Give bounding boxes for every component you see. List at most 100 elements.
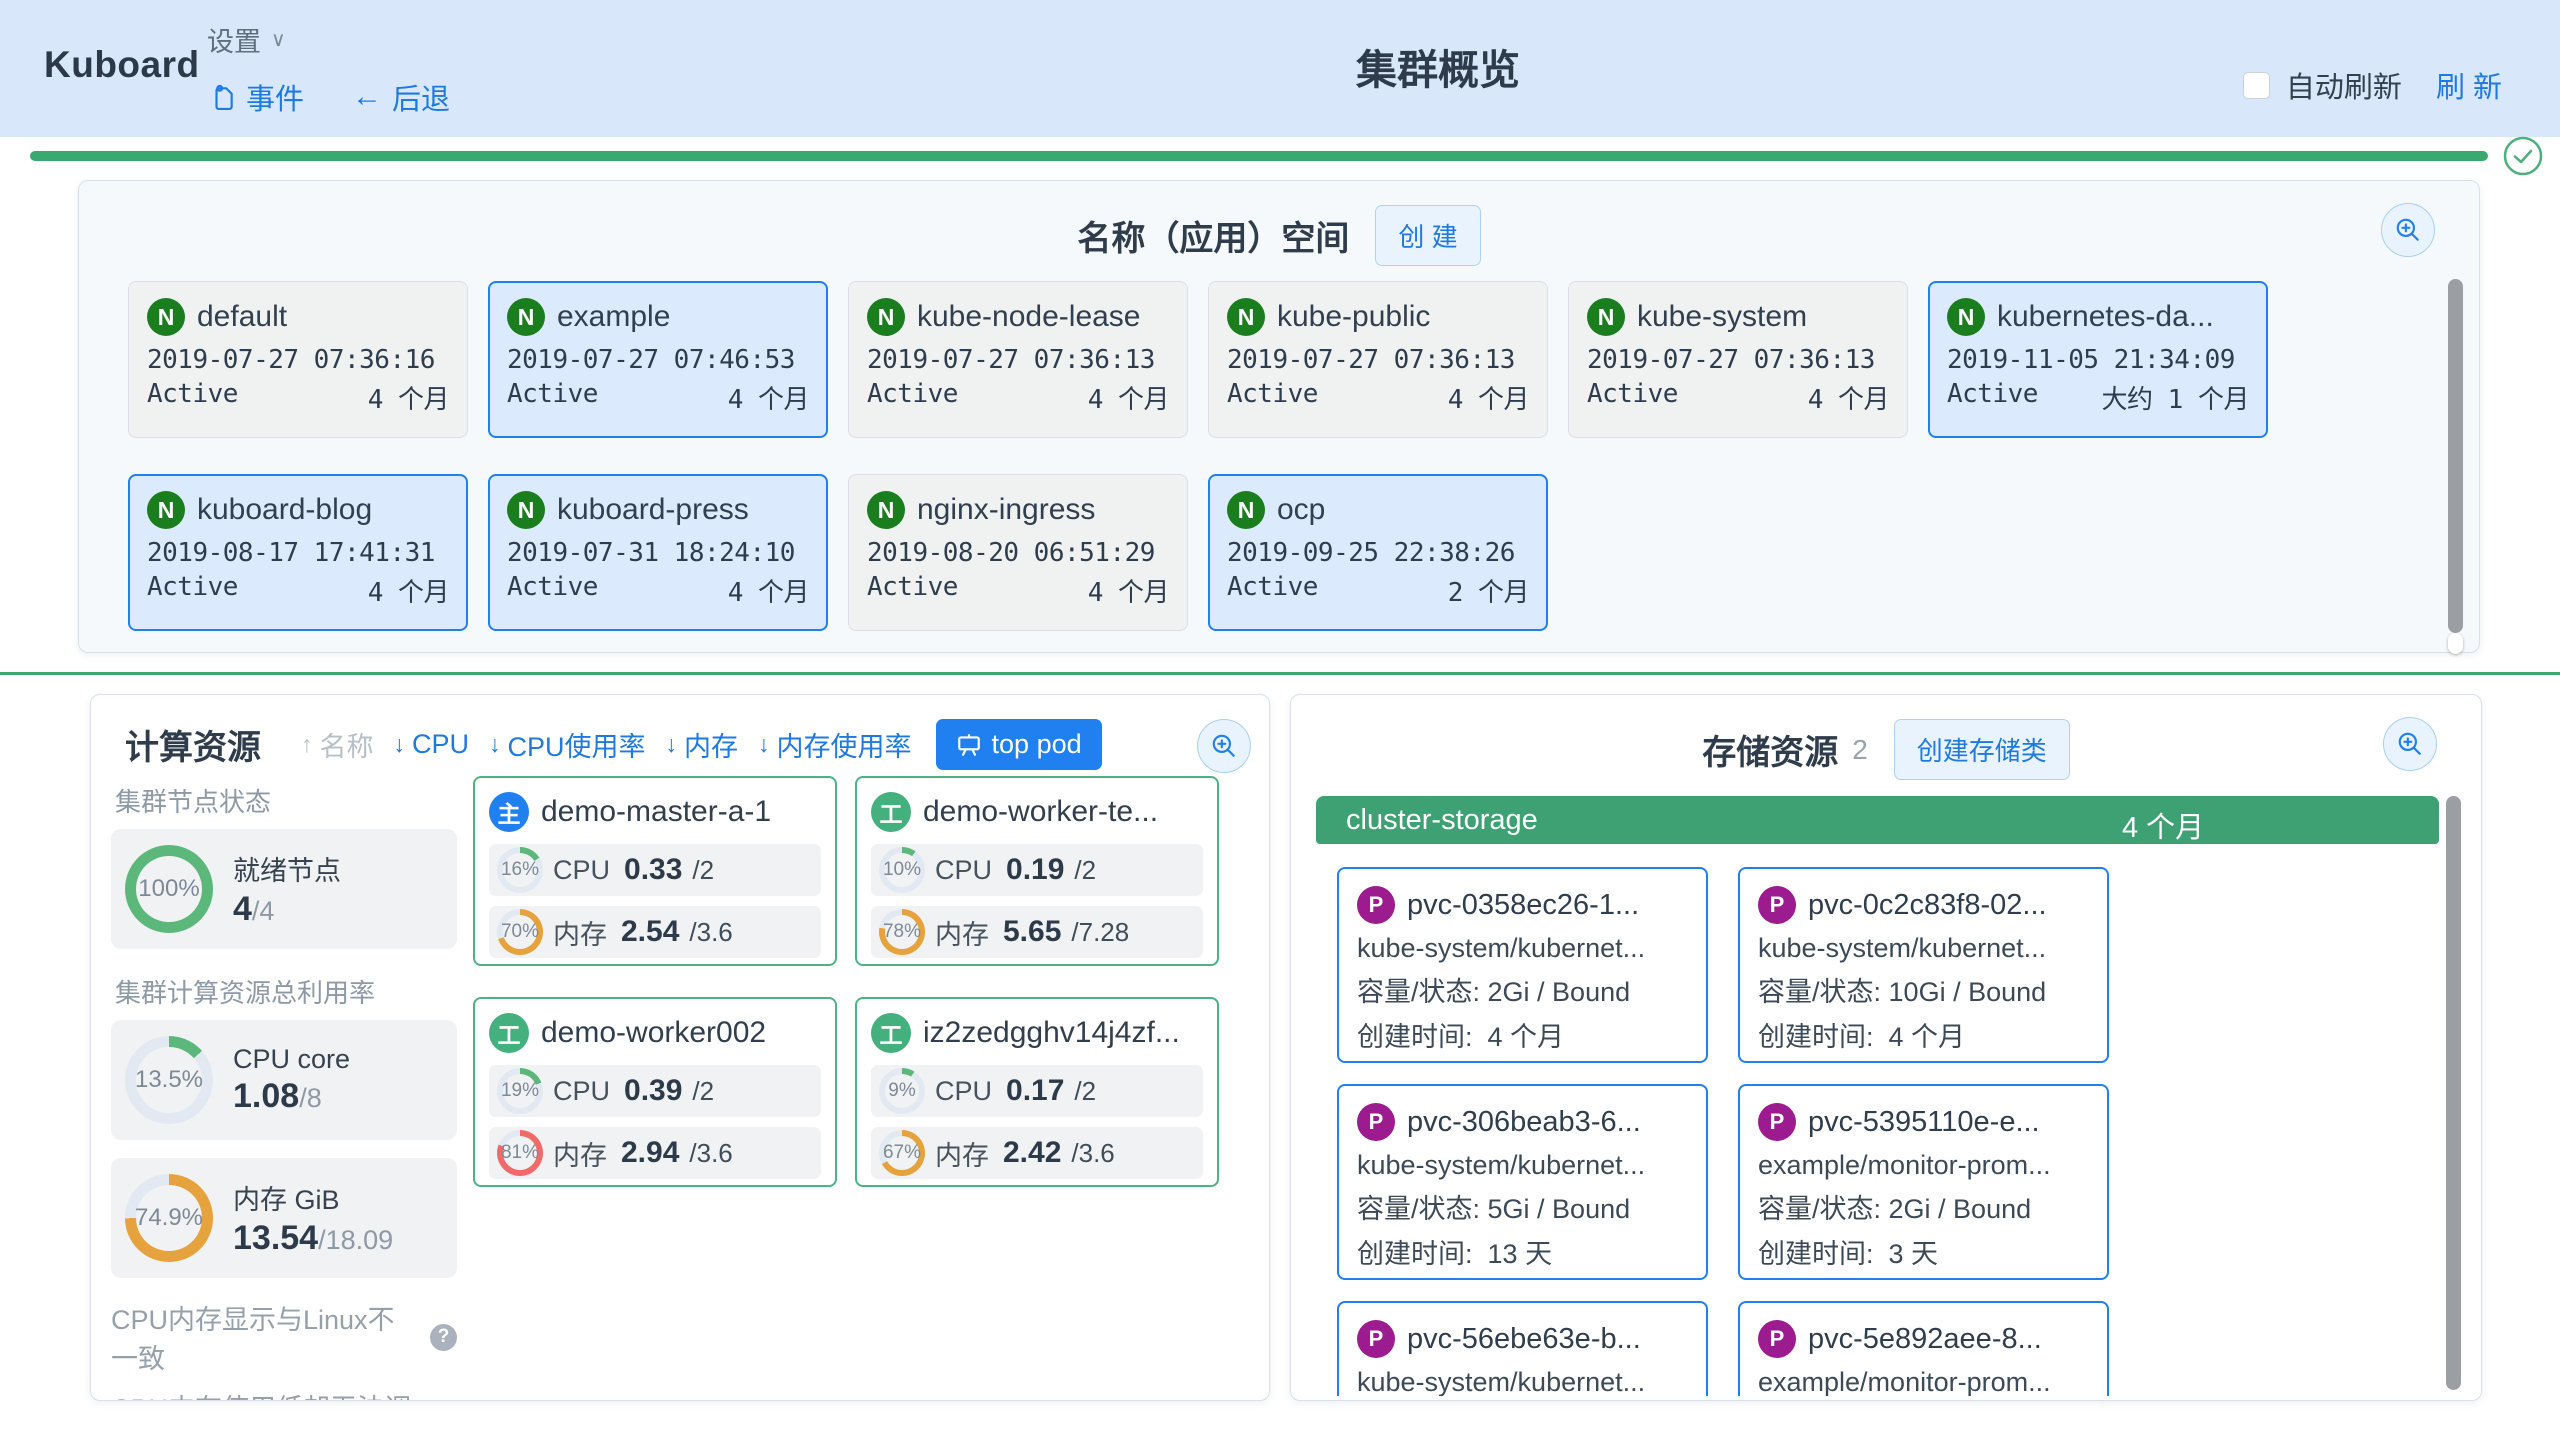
help-icon: ? [430,1324,457,1351]
settings-menu[interactable]: 设置 ∨ [207,20,286,59]
namespace-name: default [197,300,287,334]
namespace-icon: N [507,298,545,336]
namespace-card-kube-public[interactable]: Nkube-public 2019-07-27 07:36:13 Active4… [1208,281,1548,438]
namespace-card-kube-node-lease[interactable]: Nkube-node-lease 2019-07-27 07:36:13 Act… [848,281,1188,438]
pvc-name: pvc-56ebe63e-b... [1407,1323,1641,1356]
sort-by-memory[interactable]: ↓ 内存 [666,725,739,764]
namespaces-zoom-button[interactable] [2381,203,2435,257]
app-header: Kuboard 设置 ∨ 事件 ← 后退 集群概览 自动刷新 刷 新 [0,0,2560,137]
memory-utilization-donut: 74.9% [125,1174,213,1262]
pvc-card[interactable]: Ppvc-5e892aee-8... example/monitor-prom.… [1738,1301,2109,1396]
pvc-card[interactable]: Ppvc-5395110e-e... example/monitor-prom.… [1738,1084,2109,1280]
namespaces-scrollbar-thumb[interactable] [2448,279,2463,633]
node-name: iz2zedgghv14j4zf... [923,1016,1180,1050]
pvc-capacity-status: 容量/状态: 10Gi / Bound [1758,970,2089,1009]
namespace-status: Active [147,572,238,609]
sort-by-cpu[interactable]: ↓ CPU [394,729,470,760]
top-pod-button[interactable]: top pod [936,719,1102,770]
namespace-card-ocp[interactable]: Nocp 2019-09-25 22:38:26 Active2 个月 [1208,474,1548,631]
auto-refresh-checkbox[interactable] [2243,72,2270,99]
node-card-demo-worker002[interactable]: 工 demo-worker002 19% CPU 0.39/2 81% 内存 2… [473,997,837,1187]
namespace-created-date: 2019-07-27 07:36:13 [867,345,1169,375]
kuboard-logo: Kuboard [44,44,200,86]
namespace-card-example[interactable]: Nexample 2019-07-27 07:46:53 Active4 个月 [488,281,828,438]
cluster-summary-column: 集群节点状态 100% 就绪节点 4/4 集群计算资源总利用率 13.5% [111,776,457,1401]
sort-by-memory-usage[interactable]: ↓ 内存使用率 [758,725,912,764]
pvc-created-time: 创建时间: 13 天 [1357,1232,1688,1271]
node-card-demo-worker-te[interactable]: 工 demo-worker-te... 10% CPU 0.19/2 78% 内… [855,776,1219,966]
sort-asc-icon: ↑ [301,731,313,758]
node-ready-total: /4 [252,896,275,926]
green-divider-middle [0,672,2560,675]
pvc-name: pvc-306beab3-6... [1407,1106,1641,1139]
events-icon [210,84,236,110]
board-icon [956,732,982,758]
pvc-capacity-status: 容量/状态: 5Gi / Bound [1357,1187,1688,1226]
namespace-created-date: 2019-07-27 07:36:16 [147,345,449,375]
storage-zoom-button[interactable] [2383,717,2437,771]
namespace-card-kuboard-press[interactable]: Nkuboard-press 2019-07-31 18:24:10 Activ… [488,474,828,631]
pvc-card[interactable]: Ppvc-56ebe63e-b... kube-system/kubernet.… [1337,1301,1708,1396]
namespace-icon: N [507,491,545,529]
node-memory-stat: 67% 内存 2.42/3.6 [871,1127,1203,1179]
namespace-created-date: 2019-08-17 17:41:31 [147,538,449,568]
cpu-mini-donut: 10% [879,847,925,893]
namespace-card-kubernetes-dashboard[interactable]: Nkubernetes-da... 2019-11-05 21:34:09 Ac… [1928,281,2268,438]
back-link[interactable]: ← 后退 [352,76,450,118]
pvc-card[interactable]: Ppvc-306beab3-6... kube-system/kubernet.… [1337,1084,1708,1280]
sort-desc-icon: ↓ [666,731,678,758]
page-title: 集群概览 [1356,36,1520,96]
namespaces-panel: 名称（应用）空间 创 建 Ndefault 2019-07-27 07:36:1… [78,180,2480,653]
namespace-name: kube-public [1277,300,1430,334]
utilization-label: 集群计算资源总利用率 [115,973,457,1010]
node-ready-card: 100% 就绪节点 4/4 [111,829,457,949]
node-card-iz2zedgghv14j4zf[interactable]: 工 iz2zedgghv14j4zf... 9% CPU 0.17/2 67% … [855,997,1219,1187]
pvc-created-time: 创建时间: 3 天 [1758,1232,2089,1271]
back-label: 后退 [392,76,450,118]
namespace-age: 4 个月 [728,379,809,416]
node-card-grid: 主 demo-master-a-1 16% CPU 0.33/2 70% 内存 … [473,776,1219,1401]
refresh-button[interactable]: 刷 新 [2436,64,2502,106]
pvc-card[interactable]: Ppvc-0c2c83f8-02... kube-system/kubernet… [1738,867,2109,1063]
header-links: 事件 ← 后退 [210,76,450,118]
namespace-created-date: 2019-07-27 07:46:53 [507,345,809,375]
storage-count-badge: 2 [1852,734,1868,766]
pvc-claim-ref: example/monitor-prom... [1758,1150,2089,1181]
node-card-demo-master-a-1[interactable]: 主 demo-master-a-1 16% CPU 0.33/2 70% 内存 … [473,776,837,966]
help-link-cpu-mismatch[interactable]: CPU内存显示与Linux不一致 ? [111,1298,457,1376]
namespace-status: Active [507,379,598,416]
namespace-icon: N [1947,298,1985,336]
node-cpu-stat: 19% CPU 0.39/2 [489,1065,821,1117]
events-link[interactable]: 事件 [210,76,304,118]
sort-by-name[interactable]: ↑ 名称 [301,725,374,764]
cpu-mini-donut: 19% [497,1068,543,1114]
storage-scrollbar-thumb[interactable] [2446,796,2461,1390]
create-namespace-button[interactable]: 创 建 [1375,205,1480,266]
namespace-card-nginx-ingress[interactable]: Nnginx-ingress 2019-08-20 06:51:29 Activ… [848,474,1188,631]
pvc-card[interactable]: Ppvc-0358ec26-1... kube-system/kubernet.… [1337,867,1708,1063]
sort-by-cpu-usage[interactable]: ↓ CPU使用率 [489,725,646,764]
sort-desc-icon: ↓ [758,731,770,758]
compute-zoom-button[interactable] [1197,719,1251,773]
namespace-age: 4 个月 [1808,379,1889,416]
compute-header: 计算资源 ↑ 名称 ↓ CPU ↓ CPU使用率 ↓ 内存 ↓ 内存使用率 [91,695,1269,770]
namespace-card-kuboard-blog[interactable]: Nkuboard-blog 2019-08-17 17:41:31 Active… [128,474,468,631]
help-link-unschedulable[interactable]: CPU内存使用低却无法调度 ? [111,1387,457,1401]
pvc-capacity-status: 容量/状态: 2Gi / Bound [1357,970,1688,1009]
namespace-card-default[interactable]: Ndefault 2019-07-27 07:36:16 Active4 个月 [128,281,468,438]
chevron-down-icon: ∨ [271,27,286,52]
namespace-age: 4 个月 [368,572,449,609]
namespace-icon: N [1227,491,1265,529]
pvc-name: pvc-5e892aee-8... [1808,1323,2042,1356]
create-storage-class-button[interactable]: 创建存储类 [1894,719,2070,780]
pvc-icon: P [1357,1103,1395,1141]
namespace-card-kube-system[interactable]: Nkube-system 2019-07-27 07:36:13 Active4… [1568,281,1908,438]
namespace-name: kuboard-blog [197,493,372,527]
pvc-claim-ref: example/monitor-prom... [1758,1367,2089,1396]
pvc-claim-ref: kube-system/kubernet... [1357,933,1688,964]
back-arrow-icon: ← [352,80,382,114]
storage-class-header[interactable]: cluster-storage 4 个月 [1316,796,2439,844]
namespace-status: Active [1587,379,1678,416]
pvc-name: pvc-0c2c83f8-02... [1808,889,2047,922]
node-ready-value: 4 [233,890,252,928]
